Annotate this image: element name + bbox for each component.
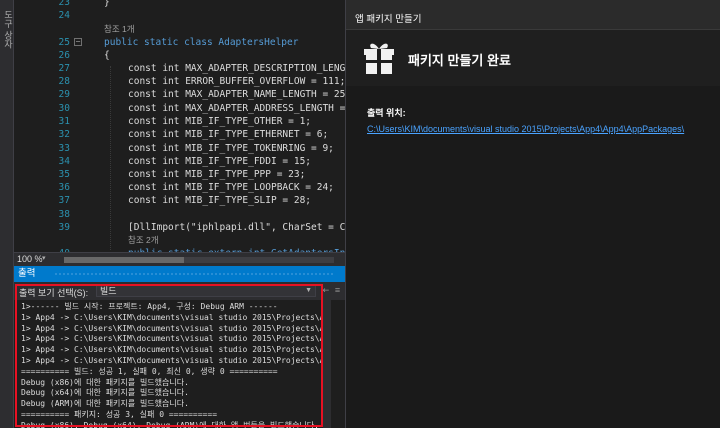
clear-all-icon[interactable]: ≡ bbox=[332, 285, 343, 296]
output-line: Debug (x86), Debug (x64), Debug (ARM)에 대… bbox=[21, 420, 319, 428]
output-source-label: 출력 보기 선택(S): bbox=[19, 288, 89, 298]
code-line: 38 bbox=[14, 208, 345, 221]
line-number: 35 bbox=[58, 169, 70, 180]
output-line: 1> App4 -> C:\Users\KIM\documents\visual… bbox=[21, 345, 324, 355]
line-number: 33 bbox=[58, 143, 70, 154]
code-line: 35 const int MIB_IF_TYPE_PPP = 23; bbox=[14, 168, 345, 181]
line-number: 37 bbox=[58, 195, 70, 206]
code-line: 37 const int MIB_IF_TYPE_SLIP = 28; bbox=[14, 194, 345, 207]
output-line: ========== 빌드: 성공 1, 실패 0, 최신 0, 생략 0 ==… bbox=[21, 366, 278, 376]
code-text: { bbox=[104, 50, 110, 61]
code-text: const int MAX_ADAPTER_DESCRIPTION_LENGTH bbox=[128, 63, 345, 74]
zoom-dropdown-icon[interactable]: ▾ bbox=[42, 254, 46, 262]
output-location-link[interactable]: C:\Users\KIM\documents\visual studio 201… bbox=[367, 124, 684, 134]
line-number: 38 bbox=[58, 209, 70, 220]
code-line: 31 const int MIB_IF_TYPE_OTHER = 1; bbox=[14, 115, 345, 128]
dialog-header: 패키지 만들기 완료 bbox=[346, 30, 720, 86]
line-number: 24 bbox=[58, 10, 70, 21]
code-text: const int MAX_ADAPTER_NAME_LENGTH = 256 bbox=[128, 89, 345, 100]
line-number: 34 bbox=[58, 156, 70, 167]
output-title-label: 출력 bbox=[18, 268, 36, 279]
line-number: 25 bbox=[58, 37, 70, 48]
go-to-previous-icon[interactable]: ⇤ bbox=[320, 285, 331, 296]
code-editor[interactable]: 23} 24 참조 1개 25− public static class Adapter… bbox=[14, 0, 345, 252]
output-text[interactable]: 1>------ 빌드 시작: 프로젝트: App4, 구성: Debug AR… bbox=[14, 302, 324, 428]
code-text: const int MIB_IF_TYPE_PPP = 23; bbox=[128, 169, 306, 180]
line-number: 39 bbox=[58, 222, 70, 233]
output-source-select[interactable]: 빌드 ▼ bbox=[96, 285, 316, 297]
code-line: 39 [DllImport("iphlpapi.dll", CharSet = C… bbox=[14, 221, 345, 234]
code-text: const int MIB_IF_TYPE_ETHERNET = 6; bbox=[128, 129, 329, 140]
output-line: Debug (ARM)에 대한 패키지를 빌드했습니다. bbox=[21, 399, 189, 409]
reference-count-lens[interactable]: 참조 2개 bbox=[14, 234, 345, 247]
line-number: 23 bbox=[58, 0, 70, 8]
code-line: 23} bbox=[14, 0, 345, 9]
create-app-packages-dialog: 앱 패키지 만들기 패키지 만들기 완료 출력 위치: C:\Users\KIM… bbox=[345, 0, 720, 428]
code-text: const int MIB_IF_TYPE_LOOPBACK = 24; bbox=[128, 182, 334, 193]
code-text: const int MIB_IF_TYPE_SLIP = 28; bbox=[128, 195, 312, 206]
line-number: 31 bbox=[58, 116, 70, 127]
dialog-titlebar[interactable]: 앱 패키지 만들기 bbox=[346, 0, 720, 30]
code-text: const int MIB_IF_TYPE_FDDI = 15; bbox=[128, 156, 312, 167]
code-text: } bbox=[104, 0, 110, 8]
line-number: 26 bbox=[58, 50, 70, 61]
code-text: const int MAX_ADAPTER_ADDRESS_LENGTH = 8 bbox=[128, 103, 345, 114]
reference-count-lens[interactable]: 참조 1개 bbox=[14, 23, 345, 36]
title-grip bbox=[54, 272, 334, 276]
code-line: 33 const int MIB_IF_TYPE_TOKENRING = 9; bbox=[14, 142, 345, 155]
line-number: 30 bbox=[58, 103, 70, 114]
code-line: 24 bbox=[14, 9, 345, 22]
code-line: 27 const int MAX_ADAPTER_DESCRIPTION_LENG… bbox=[14, 62, 345, 75]
output-panel: 출력 보기 선택(S): 빌드 ▼ ⇤ ≡ 1>------ 빌드 시작: 프로… bbox=[14, 282, 345, 428]
dialog-title: 앱 패키지 만들기 bbox=[355, 14, 422, 25]
package-icon bbox=[364, 43, 394, 74]
output-vertical-scrollbar[interactable] bbox=[323, 300, 331, 428]
output-toolbar: 출력 보기 선택(S): 빌드 ▼ ⇤ ≡ bbox=[14, 282, 345, 300]
output-line: 1> App4 -> C:\Users\KIM\documents\visual… bbox=[21, 355, 324, 365]
code-line: 29 const int MAX_ADAPTER_NAME_LENGTH = 25… bbox=[14, 88, 345, 101]
output-line: Debug (x86)에 대한 패키지를 빌드했습니다. bbox=[21, 377, 189, 387]
line-number: 28 bbox=[58, 76, 70, 87]
output-line: ========== 패키지: 성공 3, 실패 0 ========== bbox=[21, 409, 218, 419]
code-line: 26 { bbox=[14, 49, 345, 62]
output-line: Debug (x64)에 대한 패키지를 빌드했습니다. bbox=[21, 388, 189, 398]
output-location-label: 출력 위치: bbox=[367, 108, 406, 118]
zoom-level[interactable]: 100 % bbox=[17, 254, 43, 264]
code-text: [DllImport("iphlpapi.dll", CharSet = Cha bbox=[128, 222, 345, 233]
dialog-body: 출력 위치: C:\Users\KIM\documents\visual stu… bbox=[346, 86, 720, 428]
output-line: 1> App4 -> C:\Users\KIM\documents\visual… bbox=[21, 334, 324, 344]
line-number: 32 bbox=[58, 129, 70, 140]
line-number: 27 bbox=[58, 63, 70, 74]
collapse-icon[interactable]: − bbox=[74, 38, 82, 46]
output-line: 1> App4 -> C:\Users\KIM\documents\visual… bbox=[21, 312, 324, 322]
output-line: 1>------ 빌드 시작: 프로젝트: App4, 구성: Debug AR… bbox=[21, 302, 278, 311]
line-number: 36 bbox=[58, 182, 70, 193]
dialog-heading: 패키지 만들기 완료 bbox=[408, 53, 511, 68]
code-text: const int MIB_IF_TYPE_OTHER = 1; bbox=[128, 116, 312, 127]
output-line: 1> App4 -> C:\Users\KIM\documents\visual… bbox=[21, 323, 324, 333]
output-panel-title[interactable]: 출력 bbox=[14, 266, 345, 282]
code-text: public static class AdaptersHelper bbox=[104, 37, 299, 48]
code-line: 32 const int MIB_IF_TYPE_ETHERNET = 6; bbox=[14, 128, 345, 141]
horizontal-scroll-thumb[interactable] bbox=[64, 257, 184, 263]
code-line: 28 const int ERROR_BUFFER_OVERFLOW = 111; bbox=[14, 75, 345, 88]
editor-status-bar: 100 % ▾ bbox=[14, 252, 345, 266]
code-text: const int MIB_IF_TYPE_TOKENRING = 9; bbox=[128, 143, 334, 154]
reference-count-text: 참조 1개 bbox=[104, 24, 135, 34]
toolbox-strip[interactable]: 도구 상자 bbox=[0, 0, 14, 428]
chevron-down-icon: ▼ bbox=[305, 287, 312, 294]
line-number: 29 bbox=[58, 89, 70, 100]
output-source-value: 빌드 bbox=[100, 286, 117, 296]
code-text: const int ERROR_BUFFER_OVERFLOW = 111; bbox=[128, 76, 345, 87]
code-line: 30 const int MAX_ADAPTER_ADDRESS_LENGTH =… bbox=[14, 102, 345, 115]
reference-count-text: 참조 2개 bbox=[128, 235, 159, 245]
code-line: 34 const int MIB_IF_TYPE_FDDI = 15; bbox=[14, 155, 345, 168]
code-line: 36 const int MIB_IF_TYPE_LOOPBACK = 24; bbox=[14, 181, 345, 194]
horizontal-scrollbar[interactable] bbox=[64, 257, 334, 263]
code-line: 25− public static class AdaptersHelper bbox=[14, 36, 345, 49]
